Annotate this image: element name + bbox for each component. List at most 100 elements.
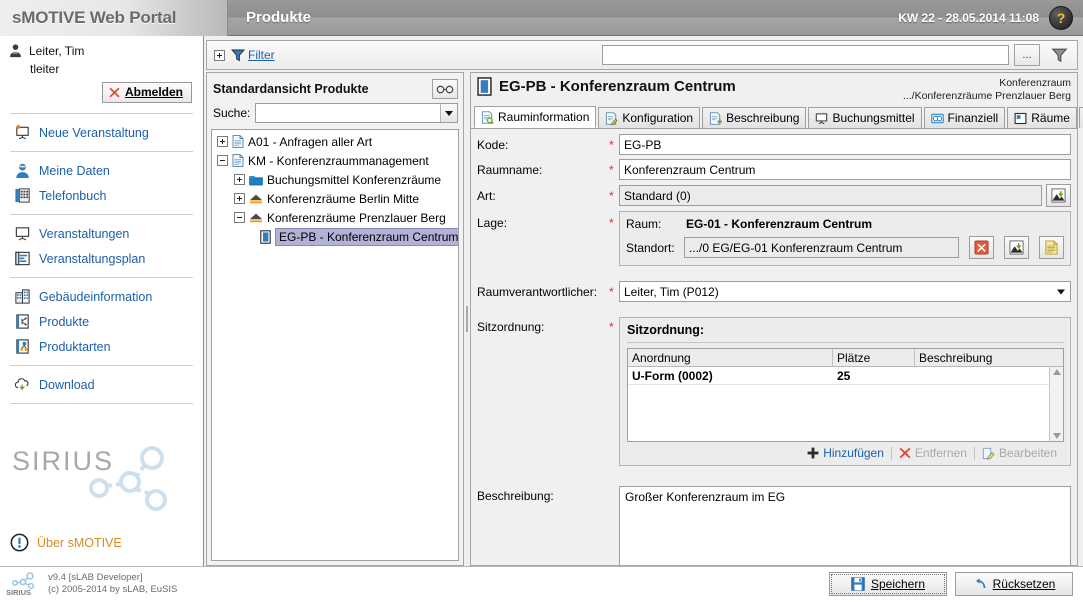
tab-beschreibung[interactable]: Beschreibung [702,107,807,128]
column-header-anordnung[interactable]: Anordnung [628,349,833,366]
sitzordnung-group: Sitzordnung: Anordnung Plätze Beschreibu… [619,317,1071,466]
sirius-footer-logo: SIRIUS [6,571,40,597]
search-dropdown-icon[interactable] [440,104,457,122]
folder-icon [249,174,263,186]
kode-input[interactable]: EG-PB [619,134,1071,155]
tab-label: Buchungsmittel [832,111,915,125]
sidebar-item-telefonbuch[interactable]: Telefonbuch [0,183,203,208]
logout-label: Abmelden [124,85,183,99]
scroll-down-icon[interactable] [1052,433,1061,439]
building-icon [14,288,31,305]
sitzordnung-table[interactable]: Anordnung Plätze Beschreibung U-Form (00… [627,348,1064,442]
table-scrollbar[interactable] [1049,367,1063,441]
tab-raeume[interactable]: Räume [1007,107,1077,128]
collapse-minus-icon[interactable] [217,155,228,166]
kode-label: Kode: [477,137,509,152]
tab-buchungsmittel[interactable]: Buchungsmittel [808,107,922,128]
scroll-up-icon[interactable] [1052,369,1061,375]
search-input-field[interactable] [256,104,440,122]
tab-strip: Rauminformation Konfiguration Beschreibu… [471,106,1083,129]
nav-group-2: Veranstaltungen Veranstaltungsplan [0,221,203,271]
tab-more[interactable] [1078,107,1083,128]
top-header-bar: sMOTIVE Web Portal Produkte KW 22 - 28.0… [0,0,1083,36]
product-types-icon [14,338,31,355]
sidebar-item-download[interactable]: Download [0,372,203,397]
beschreibung-label: Beschreibung: [477,489,554,503]
expand-plus-icon[interactable] [234,193,245,204]
sidebar-item-veranstaltungen[interactable]: Veranstaltungen [0,221,203,246]
tab-label: Finanziell [947,111,999,125]
room-info-icon [481,110,494,124]
filter-link[interactable]: Filter [248,48,275,62]
sirius-wordmark: SIRIUS [12,446,115,476]
sidebar-item-produktarten[interactable]: Produktarten [0,334,203,359]
user-name: Leiter, Tim [29,43,85,58]
sidebar-item-label: Veranstaltungsplan [39,251,146,266]
tree-node[interactable]: Buchungsmittel Konferenzräume [212,170,458,189]
tree-node[interactable]: Konferenzräume Prenzlauer Berg [212,208,458,227]
nav-group-4: Download [0,372,203,397]
filter-toolbar: Filter ... [206,40,1078,70]
field-row-beschreibung: Beschreibung: Großer Konferenzraum im EG [477,486,1071,565]
filter-apply-button[interactable] [1045,43,1073,67]
description-icon [709,111,723,125]
tree-body[interactable]: A01 - Anfragen aller Art KM - Konferenzr… [211,129,459,561]
beschreibung-textarea[interactable]: Großer Konferenzraum im EG [619,486,1071,565]
tab-finanziell[interactable]: Finanziell [923,107,1006,128]
sidebar-item-neue-veranstaltung[interactable]: Neue Veranstaltung [0,120,203,145]
raumname-input[interactable]: Konferenzraum Centrum [619,159,1071,180]
sidebar-item-meine-daten[interactable]: Meine Daten [0,158,203,183]
filter-ellipsis-button[interactable]: ... [1014,44,1040,66]
art-label: Art: [477,188,496,203]
reset-button[interactable]: Rücksetzen [955,572,1073,596]
raumverantwortlicher-select[interactable]: Leiter, Tim (P012) [619,281,1071,302]
sidebar-item-veranstaltungsplan[interactable]: Veranstaltungsplan [0,246,203,271]
required-marker: * [609,320,614,334]
art-input[interactable]: Standard (0) [619,185,1042,206]
sidebar-item-produkte[interactable]: Produkte [0,309,203,334]
sidebar-item-label: Meine Daten [39,163,110,178]
filter-input[interactable] [602,45,1009,65]
filter-expander-icon[interactable] [214,49,225,61]
tree-panel: Standardansicht Produkte Suche: A01 - An… [206,72,464,566]
lage-standort-input[interactable]: .../0 EG/EG-01 Konferenzraum Centrum [684,237,959,258]
glasses-icon[interactable] [432,79,458,99]
table-row[interactable]: U-Form (0002) 25 [628,367,1063,385]
column-header-plaetze[interactable]: Plätze [833,349,915,366]
lage-clear-button[interactable] [969,236,994,259]
tab-konfiguration[interactable]: Konfiguration [598,107,701,128]
logout-button[interactable]: Abmelden [101,82,192,103]
rooms-icon [1014,112,1027,125]
chevron-down-icon[interactable] [1057,289,1065,294]
lage-label: Lage: [477,216,508,230]
help-icon[interactable]: ? [1049,5,1073,30]
download-cloud-icon [14,376,31,393]
required-marker: * [609,284,614,299]
tree-node[interactable]: Konferenzräume Berlin Mitte [212,189,458,208]
expand-plus-icon[interactable] [217,136,228,147]
footer-copyright: (c) 2005-2014 by sLAB, EuSIS [48,584,178,595]
nav-group-1: Meine Daten Telefonbuch [0,158,203,208]
tab-rauminformation[interactable]: Rauminformation [474,106,597,128]
lage-note-button[interactable] [1039,236,1064,259]
collapse-minus-icon[interactable] [234,212,245,223]
column-header-beschreibung[interactable]: Beschreibung [915,349,1063,366]
app-brand-title: sMOTIVE Web Portal [12,7,177,27]
about-smotive-link[interactable]: Über sMOTIVE [10,533,122,552]
required-marker: * [609,216,614,230]
tree-node-selected[interactable]: EG-PB - Konferenzraum Centrum [212,227,458,246]
tree-node[interactable]: KM - Konferenzraummanagement [212,151,458,170]
search-input[interactable] [255,103,458,123]
art-pick-button[interactable] [1046,184,1071,207]
lage-pick-button[interactable] [1004,236,1029,259]
expand-plus-icon[interactable] [234,174,245,185]
group-divider [627,342,1064,343]
product-icon [14,313,31,330]
tree-node[interactable]: A01 - Anfragen aller Art [212,132,458,151]
add-button[interactable]: Hinzufügen [800,446,891,460]
add-label: Hinzufügen [823,446,884,460]
save-button[interactable]: Speichern [829,572,947,596]
application-window: sMOTIVE Web Portal Produkte KW 22 - 28.0… [0,0,1083,602]
sidebar-item-gebaeudeinformation[interactable]: Gebäudeinformation [0,284,203,309]
tree-node-label: Konferenzräume Prenzlauer Berg [267,210,446,225]
